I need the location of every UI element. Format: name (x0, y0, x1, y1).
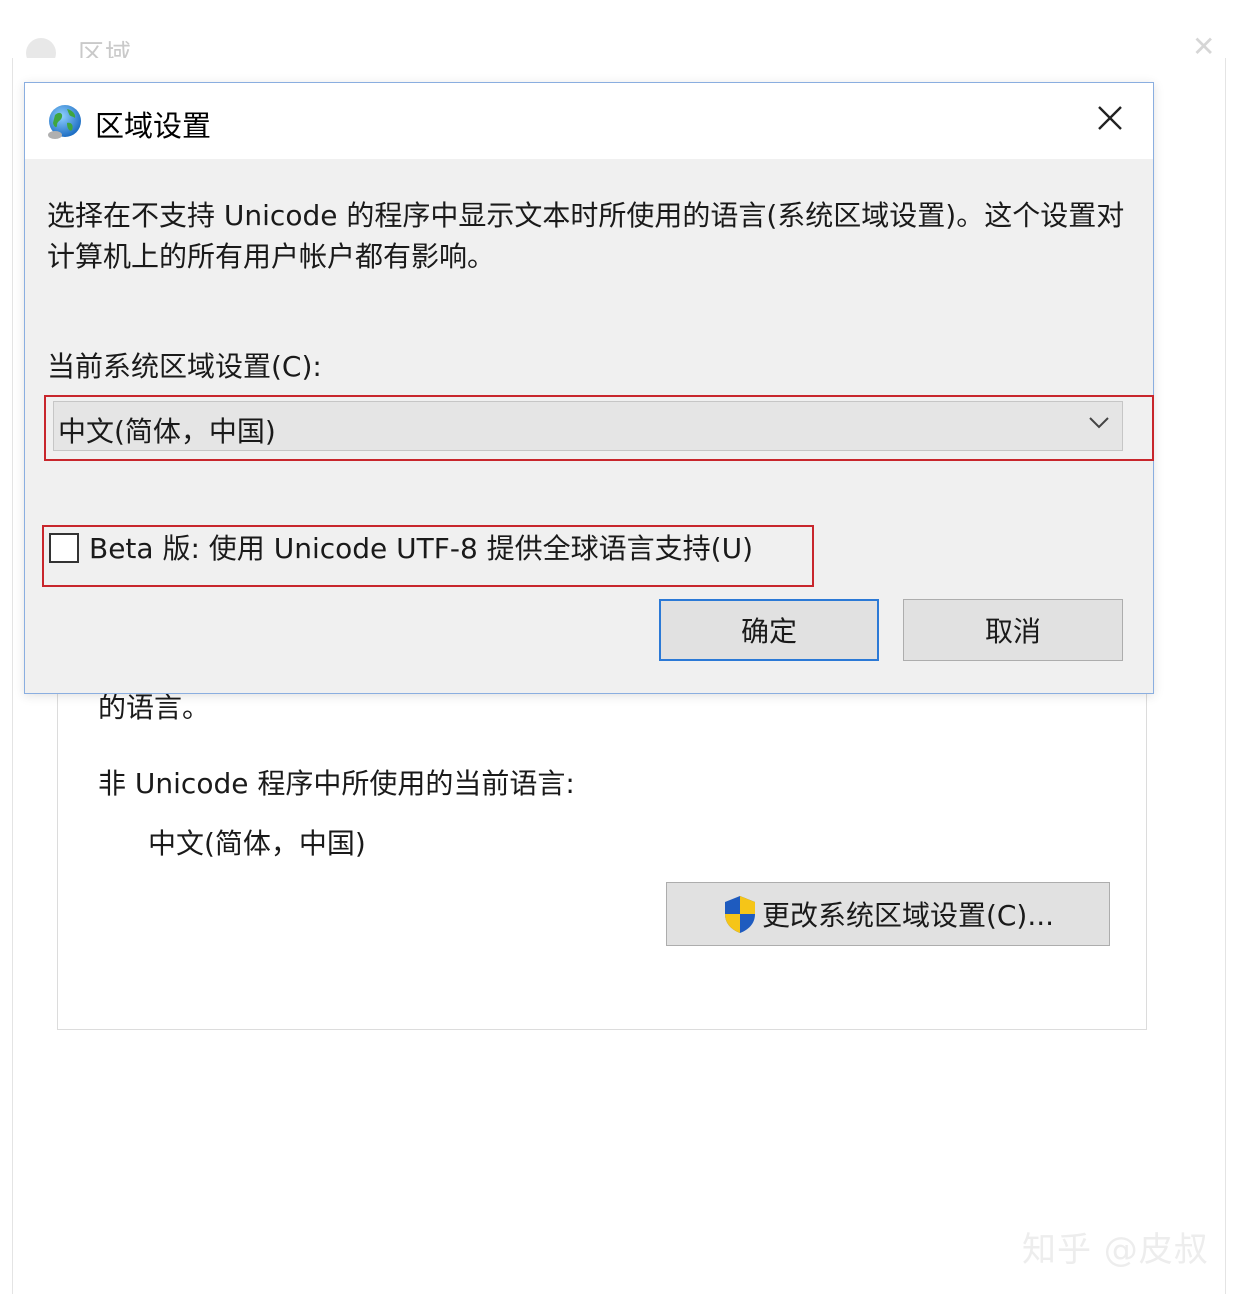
background-window-titlebar: 区域 ✕ (0, 0, 1252, 70)
globe-icon (48, 105, 81, 139)
beta-utf8-checkbox[interactable] (49, 533, 79, 563)
system-locale-dropdown[interactable]: 中文(简体，中国) (53, 401, 1123, 451)
dialog-description: 选择在不支持 Unicode 的程序中显示文本时所使用的语言(系统区域设置)。这… (47, 199, 1125, 273)
ok-button[interactable]: 确定 (659, 599, 879, 661)
change-system-locale-label: 更改系统区域设置(C)... (761, 899, 1055, 932)
beta-utf8-label[interactable]: Beta 版: 使用 Unicode UTF-8 提供全球语言支持(U) (89, 527, 753, 567)
dialog-titlebar: 区域设置 (25, 83, 1153, 159)
non-unicode-language-label: 非 Unicode 程序中所使用的当前语言: (98, 767, 575, 800)
non-unicode-language-value: 中文(简体，中国) (148, 827, 366, 860)
system-locale-selected-value: 中文(简体，中国) (58, 415, 276, 448)
dialog-title: 区域设置 (95, 109, 212, 143)
region-settings-dialog: 区域设置 选择在不支持 Unicode 的程序中显示文本时所使用的语言(系统区域… (24, 82, 1154, 694)
close-icon[interactable] (1091, 99, 1129, 137)
watermark: 知乎 @皮叔 (1022, 1230, 1209, 1270)
uac-shield-icon (724, 896, 755, 933)
change-system-locale-button[interactable]: 更改系统区域设置(C)... (666, 882, 1110, 946)
cancel-button[interactable]: 取消 (903, 599, 1123, 661)
current-locale-label: 当前系统区域设置(C): (47, 350, 322, 383)
chevron-down-icon (1089, 417, 1109, 429)
